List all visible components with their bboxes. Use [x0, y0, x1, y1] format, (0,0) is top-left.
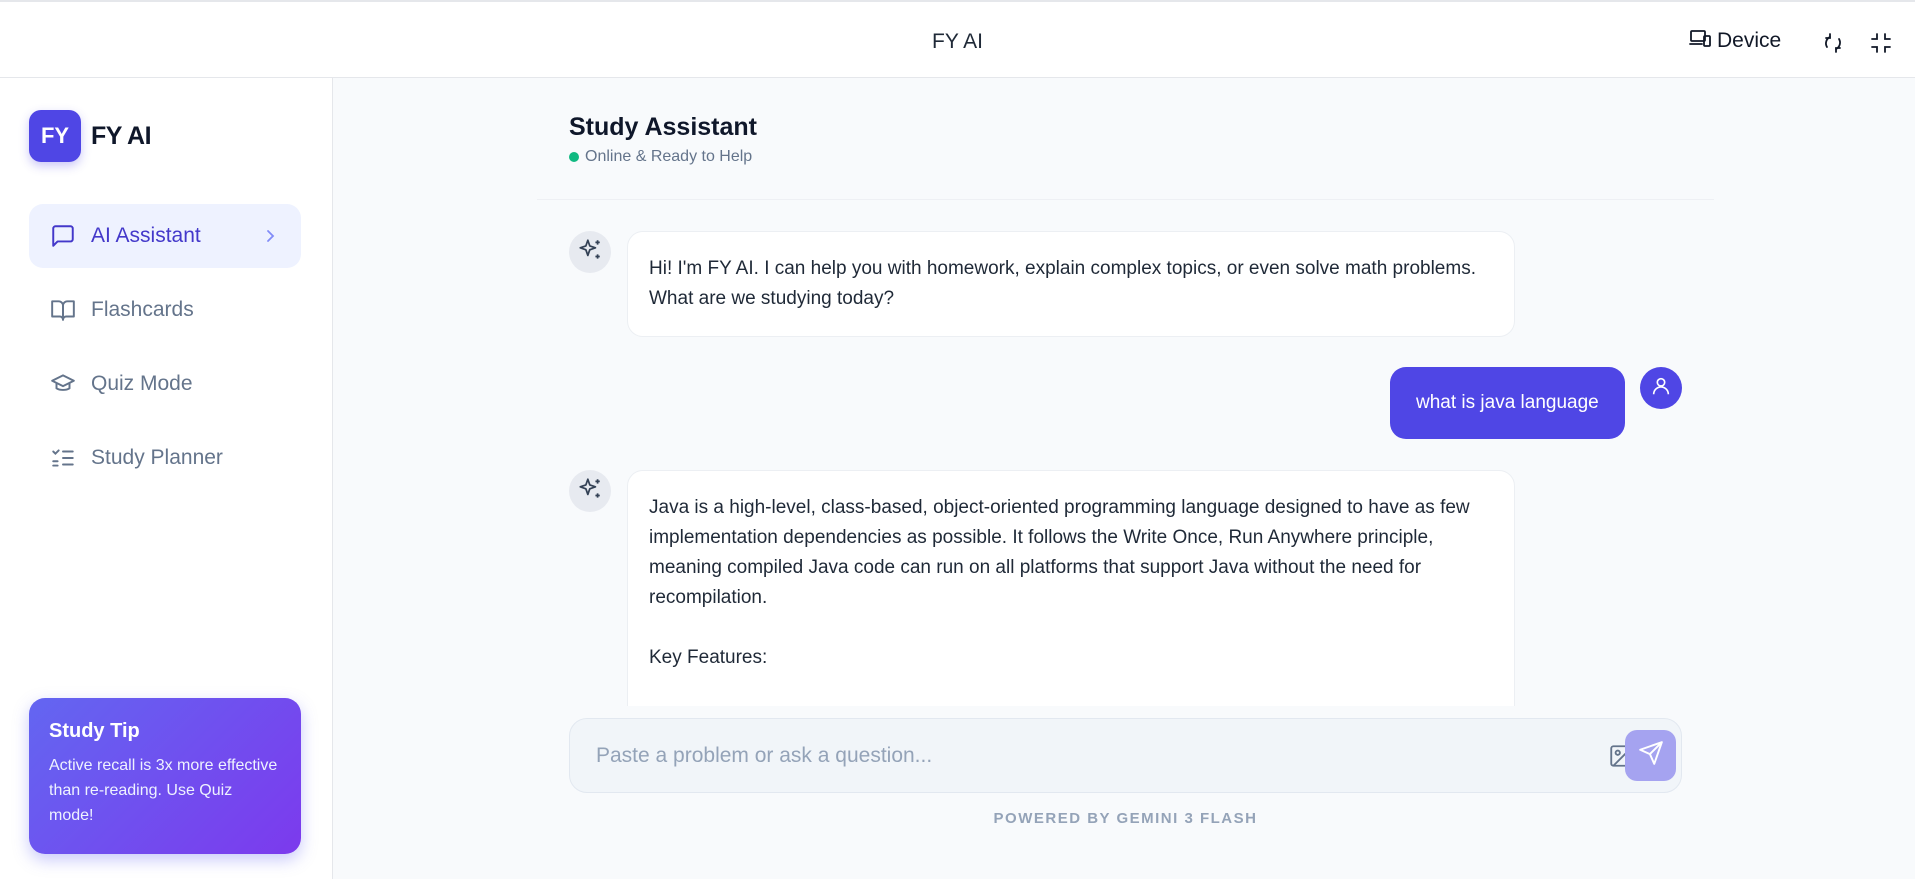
user-icon	[1650, 375, 1672, 402]
sidebar-item-flashcards[interactable]: Flashcards	[29, 278, 301, 342]
message-input-container	[569, 718, 1682, 793]
assistant-message: Hi! I'm FY AI. I can help you with homew…	[627, 231, 1515, 337]
assistant-avatar	[569, 231, 611, 273]
device-toggle-button[interactable]: Device	[1689, 28, 1781, 54]
logo-text: FY AI	[91, 122, 152, 150]
online-status: Online & Ready to Help	[569, 148, 752, 166]
sidebar-item-quiz-mode[interactable]: Quiz Mode	[29, 352, 301, 416]
study-tip-body: Active recall is 3x more effective than …	[49, 757, 278, 824]
sidebar-item-label: Study Planner	[91, 446, 223, 469]
rotate-icon[interactable]	[1822, 32, 1844, 59]
user-message: what is java language	[1390, 367, 1625, 439]
message-square-icon	[49, 222, 77, 250]
assistant-avatar	[569, 470, 611, 512]
sparkles-icon	[577, 476, 603, 507]
list-checks-icon	[49, 444, 77, 472]
sidebar: FY FY AI AI Assistant Flashcards Quiz Mo…	[0, 78, 333, 879]
send-icon	[1638, 740, 1664, 771]
logo-badge: FY	[29, 110, 81, 162]
exit-fullscreen-icon[interactable]	[1870, 32, 1892, 59]
user-avatar	[1640, 367, 1682, 409]
message-input[interactable]	[570, 719, 1550, 792]
device-label: Device	[1717, 29, 1782, 52]
sidebar-item-study-planner[interactable]: Study Planner	[29, 426, 301, 490]
powered-by-text: POWERED BY GEMINI 3 FLASH	[993, 810, 1258, 827]
sidebar-item-label: Quiz Mode	[91, 372, 193, 395]
chat-title: Study Assistant	[569, 113, 758, 141]
window-title: FY AI	[932, 30, 983, 53]
sparkles-icon	[577, 237, 603, 268]
book-open-icon	[49, 296, 77, 324]
graduation-cap-icon	[49, 370, 77, 398]
composer: POWERED BY GEMINI 3 FLASH	[537, 706, 1714, 879]
study-tip-title: Study Tip	[49, 720, 140, 742]
sidebar-item-label: AI Assistant	[91, 224, 201, 247]
assistant-message: Java is a high-level, class-based, objec…	[627, 470, 1515, 730]
online-dot-icon	[569, 152, 579, 162]
device-icon	[1689, 28, 1711, 54]
top-bar: FY AI Device	[0, 0, 1915, 78]
sidebar-item-label: Flashcards	[91, 298, 194, 321]
study-tip-card: Study Tip Active recall is 3x more effec…	[29, 698, 301, 854]
chevron-right-icon	[263, 226, 277, 252]
send-button[interactable]	[1625, 730, 1676, 781]
sidebar-item-ai-assistant[interactable]: AI Assistant	[29, 204, 301, 268]
chat-header: Study Assistant Online & Ready to Help	[537, 78, 1714, 200]
status-text: Online & Ready to Help	[585, 148, 753, 165]
chat-panel: Study Assistant Online & Ready to Help H…	[537, 78, 1714, 879]
